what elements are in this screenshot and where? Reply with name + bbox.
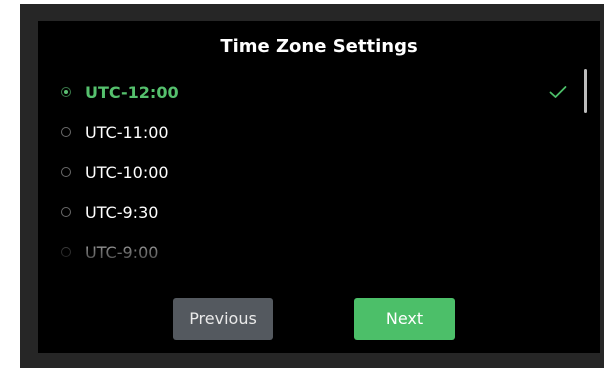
- timezone-list[interactable]: UTC-12:00 UTC-11:00 UTC-10:00 UTC-9:30 U…: [38, 73, 586, 273]
- page-title: Time Zone Settings: [220, 36, 418, 57]
- radio-icon: [61, 207, 71, 217]
- timezone-item-utc-10-00[interactable]: UTC-10:00: [38, 153, 586, 193]
- timezone-label: UTC-9:00: [85, 243, 159, 262]
- timezone-label: UTC-12:00: [85, 83, 179, 102]
- radio-icon: [61, 127, 71, 137]
- timezone-item-utc-12-00[interactable]: UTC-12:00: [38, 73, 586, 113]
- timezone-item-utc-9-00[interactable]: UTC-9:00: [38, 233, 586, 273]
- timezone-label: UTC-9:30: [85, 203, 159, 222]
- list-scrollbar[interactable]: [584, 69, 587, 113]
- radio-selected-icon: [61, 87, 71, 97]
- timezone-settings-screen: Time Zone Settings UTC-12:00 UTC-11:00 U…: [38, 21, 600, 353]
- radio-icon: [61, 247, 71, 257]
- radio-icon: [61, 167, 71, 177]
- previous-button[interactable]: Previous: [173, 298, 273, 340]
- timezone-label: UTC-11:00: [85, 123, 169, 142]
- check-icon: [549, 86, 567, 98]
- next-button[interactable]: Next: [354, 298, 455, 340]
- timezone-item-utc-9-30[interactable]: UTC-9:30: [38, 193, 586, 233]
- timezone-label: UTC-10:00: [85, 163, 169, 182]
- timezone-item-utc-11-00[interactable]: UTC-11:00: [38, 113, 586, 153]
